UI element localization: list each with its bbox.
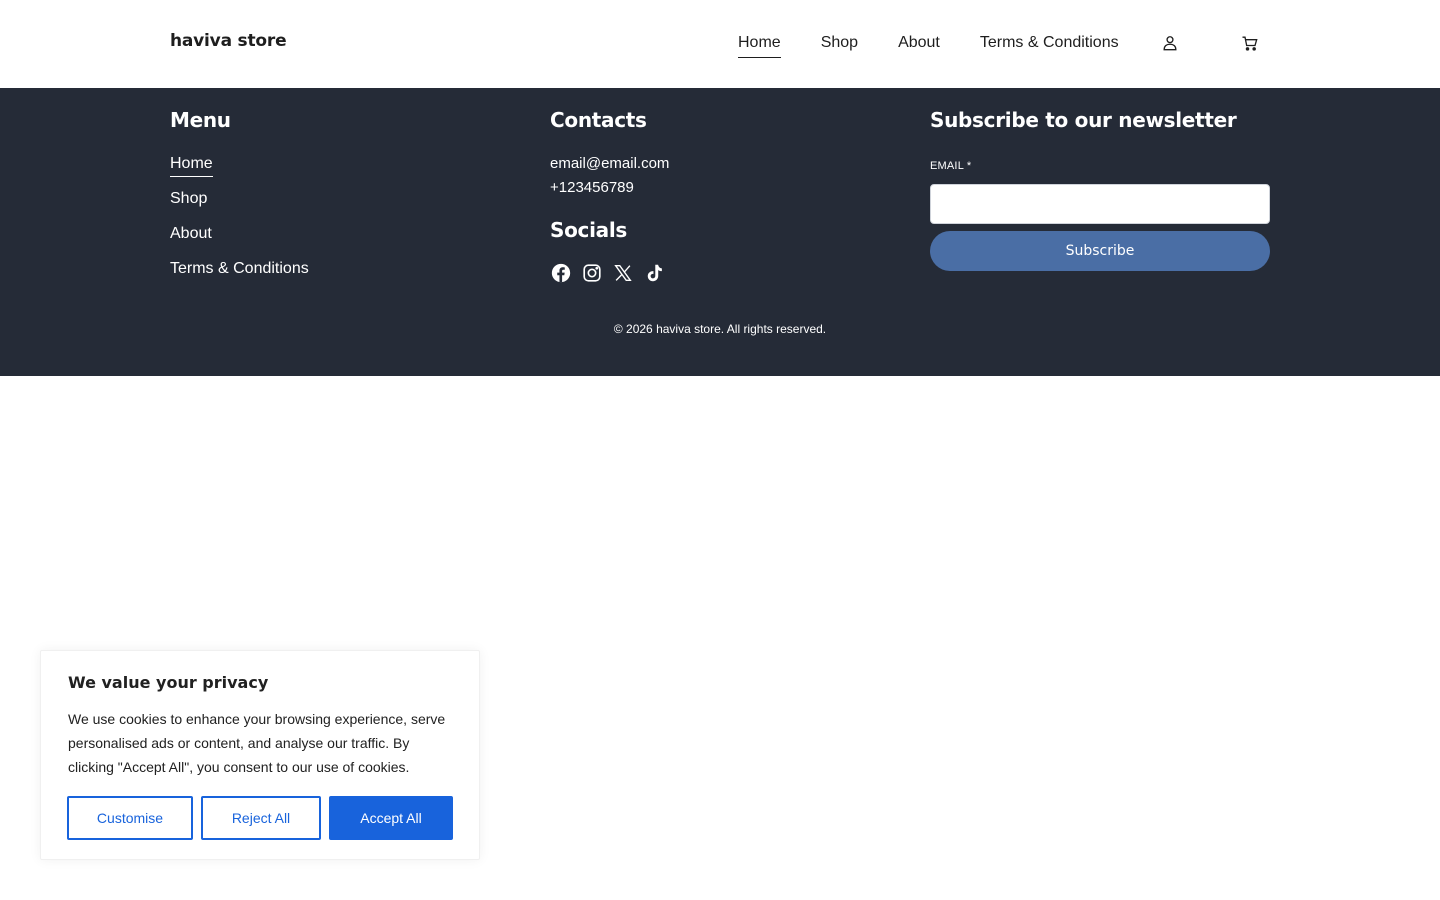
instagram-icon[interactable] [581,262,603,284]
site-header: haviva store Home Shop About Terms & Con… [0,0,1440,88]
list-item: Shop [170,189,309,224]
nav-about[interactable]: About [898,33,940,58]
social-links [550,262,665,284]
x-icon[interactable] [612,262,634,284]
newsletter-heading: Subscribe to our newsletter [930,108,1237,132]
list-item: Terms & Conditions [170,259,309,294]
reject-all-button[interactable]: Reject All [201,796,321,840]
footer-link-home[interactable]: Home [170,155,213,177]
footer-link-shop[interactable]: Shop [170,190,207,211]
footer-link-about[interactable]: About [170,225,212,246]
nav-shop[interactable]: Shop [821,33,858,58]
contact-phone[interactable]: +123456789 [550,178,634,198]
copyright-text: © 2026 haviva store. All rights reserved… [613,322,827,336]
subscribe-button[interactable]: Subscribe [930,231,1270,271]
site-footer: Menu Home Shop About Terms & Conditions … [0,88,1440,376]
contacts-heading: Contacts [550,108,647,132]
cookie-consent-banner: We value your privacy We use cookies to … [40,650,480,860]
contact-email[interactable]: email@email.com [550,154,669,174]
top-nav: Home Shop About Terms & Conditions [738,33,1119,58]
footer-menu: Home Shop About Terms & Conditions [170,154,309,294]
socials-heading: Socials [550,218,628,242]
footer-link-terms[interactable]: Terms & Conditions [170,260,309,281]
cookie-description: We use cookies to enhance your browsing … [68,711,446,775]
account-icon[interactable] [1160,33,1180,53]
site-logo[interactable]: haviva store [170,31,287,51]
nav-terms[interactable]: Terms & Conditions [980,33,1119,58]
tiktok-icon[interactable] [643,262,665,284]
email-label: EMAIL * [930,160,972,172]
nav-home[interactable]: Home [738,33,781,58]
list-item: Home [170,154,309,189]
facebook-icon[interactable] [550,262,572,284]
customise-button[interactable]: Customise [67,796,193,840]
accept-all-button[interactable]: Accept All [329,796,453,840]
cookie-title: We value your privacy [68,673,269,692]
cart-icon[interactable] [1240,33,1260,53]
newsletter-email-input[interactable] [930,184,1270,224]
menu-heading: Menu [170,108,231,132]
list-item: About [170,224,309,259]
